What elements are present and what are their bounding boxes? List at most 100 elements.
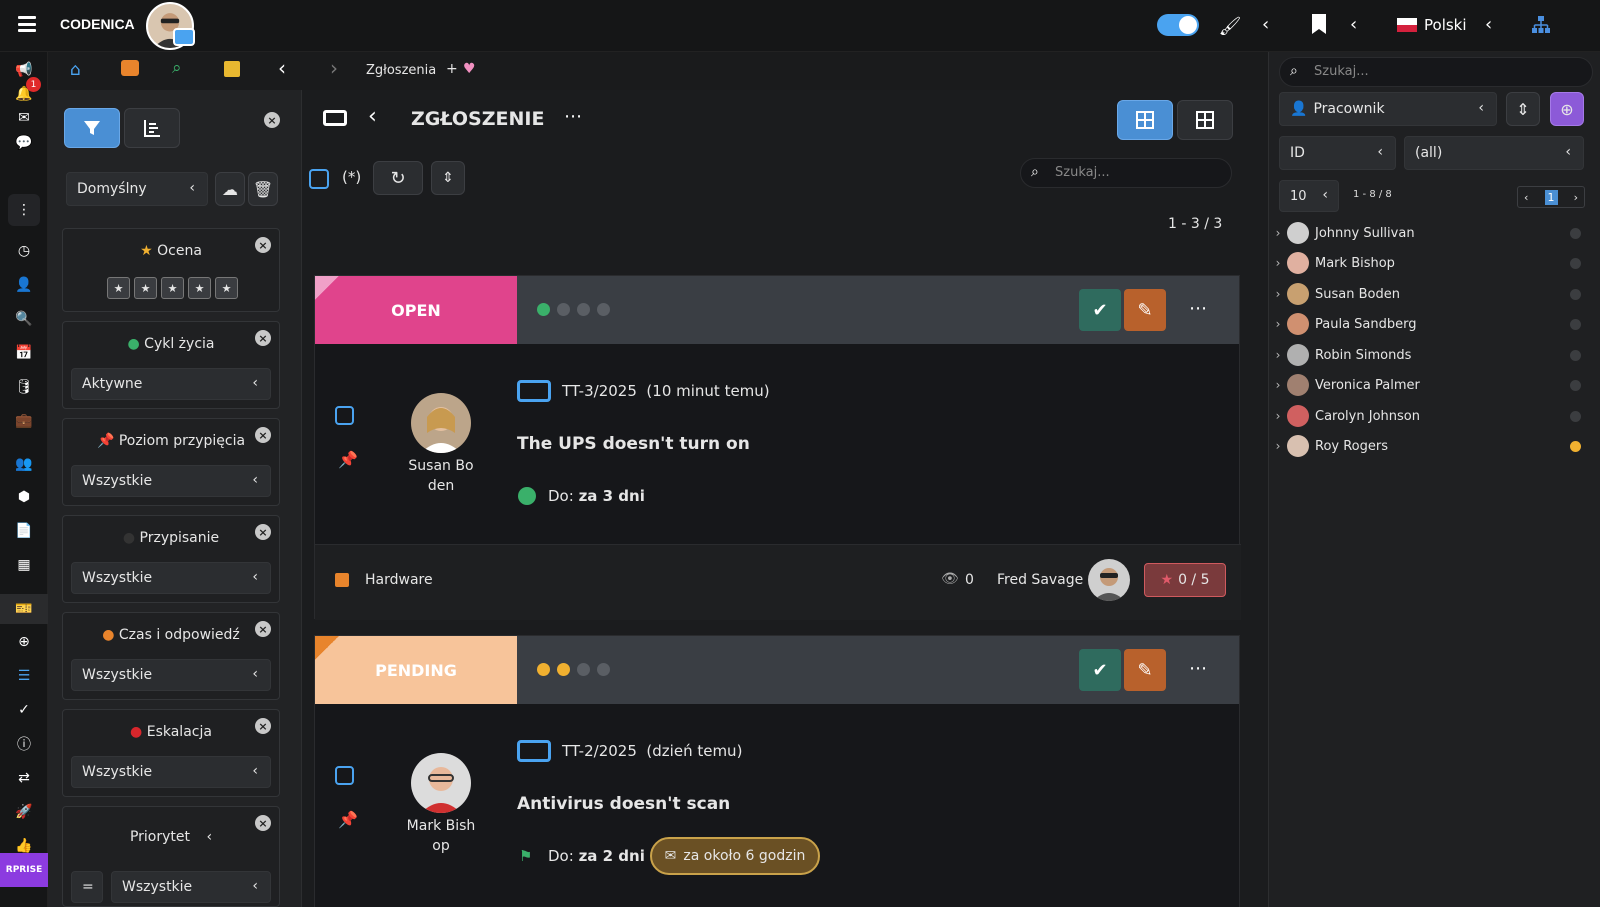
- chevron-right-icon[interactable]: ›: [1269, 287, 1287, 301]
- grid-view-button[interactable]: [1117, 100, 1173, 140]
- group-select[interactable]: 👤 Pracownik ‹: [1279, 92, 1497, 126]
- value-select[interactable]: (all) ‹: [1404, 136, 1584, 170]
- list-item[interactable]: › Johnny Sullivan: [1269, 218, 1589, 248]
- pin-icon[interactable]: 📌: [338, 810, 358, 829]
- pin-level-select[interactable]: Wszystkie ‹: [71, 465, 271, 497]
- list-item[interactable]: › Veronica Palmer: [1269, 370, 1589, 400]
- close-panel-icon[interactable]: ×: [264, 112, 280, 128]
- chevron-left-icon[interactable]: ‹: [1485, 14, 1492, 35]
- language-select[interactable]: Polski: [1424, 16, 1467, 34]
- bookmark-icon[interactable]: [1312, 14, 1326, 34]
- chevron-right-icon[interactable]: ›: [1269, 348, 1287, 362]
- cloud-upload-button[interactable]: ☁: [215, 172, 245, 206]
- chevron-right-icon[interactable]: ›: [1269, 378, 1287, 392]
- add-tab-button[interactable]: +: [446, 61, 458, 77]
- search-icon[interactable]: 🔍: [12, 307, 36, 331]
- dashboard-icon[interactable]: ◷: [12, 239, 36, 263]
- database-icon[interactable]: 🛢: [12, 375, 36, 399]
- next-page-icon[interactable]: ›: [1574, 191, 1578, 204]
- page-number[interactable]: 1: [1544, 189, 1558, 205]
- field-select[interactable]: ID ‹: [1279, 136, 1396, 170]
- calendar-icon[interactable]: [224, 61, 240, 77]
- more-options-icon[interactable]: ⋯: [1189, 298, 1207, 319]
- rating-stars[interactable]: ★ ★ ★ ★ ★: [107, 277, 238, 299]
- chat-icon[interactable]: 💬: [12, 131, 36, 155]
- sort-order-button[interactable]: ⇕: [431, 161, 465, 195]
- chevron-left-icon[interactable]: ‹: [1350, 14, 1357, 35]
- escalation-select[interactable]: Wszystkie ‹: [71, 756, 271, 788]
- chevron-right-icon[interactable]: ›: [1269, 439, 1287, 453]
- select-all-checkbox[interactable]: [309, 169, 329, 189]
- exchange-icon[interactable]: ⇄: [12, 766, 36, 790]
- time-response-select[interactable]: Wszystkie ‹: [71, 659, 271, 691]
- back-chevron-icon[interactable]: ‹: [278, 56, 286, 80]
- ticket-icon[interactable]: 🎫: [0, 594, 48, 624]
- people-search-input[interactable]: ⌕ Szukaj...: [1279, 57, 1593, 87]
- list-item[interactable]: › Mark Bishop: [1269, 248, 1589, 278]
- sort-order-button[interactable]: ⇕: [1506, 92, 1540, 126]
- heart-icon[interactable]: ♥: [463, 61, 476, 77]
- more-vertical-icon[interactable]: ⋮: [8, 194, 40, 226]
- exclamation-circle-icon[interactable]: ⓘ: [12, 732, 36, 756]
- list-item[interactable]: › Roy Rogers: [1269, 431, 1589, 461]
- priority-operator-select[interactable]: =: [71, 871, 103, 903]
- edit-button[interactable]: ✎: [1124, 289, 1166, 331]
- preset-select[interactable]: Domyślny ‹: [66, 172, 208, 206]
- chevron-right-icon[interactable]: ›: [1269, 409, 1287, 423]
- chevron-left-icon[interactable]: ‹: [206, 829, 212, 845]
- list-item[interactable]: › Susan Boden: [1269, 279, 1589, 309]
- calendar-icon[interactable]: 📅: [12, 341, 36, 365]
- document-icon[interactable]: 📄: [12, 519, 36, 543]
- home-icon[interactable]: ⌂: [70, 60, 81, 80]
- chevron-right-icon[interactable]: ›: [1269, 226, 1287, 240]
- ticket-checkbox[interactable]: [335, 766, 354, 785]
- list-item[interactable]: › Robin Simonds: [1269, 340, 1589, 370]
- rating-badge[interactable]: ★ 0 / 5: [1144, 563, 1226, 597]
- sort-button[interactable]: [124, 108, 180, 148]
- more-options-icon[interactable]: ⋯: [1189, 658, 1207, 679]
- ticket-title[interactable]: The UPS doesn't turn on: [517, 434, 750, 454]
- theme-toggle[interactable]: [1157, 14, 1199, 36]
- hamburger-menu-icon[interactable]: [18, 16, 36, 32]
- edit-button[interactable]: ✎: [1124, 649, 1166, 691]
- list-item[interactable]: › Carolyn Johnson: [1269, 401, 1589, 431]
- more-options-icon[interactable]: ⋯: [564, 106, 582, 127]
- briefcase-icon[interactable]: 💼: [12, 409, 36, 433]
- envelope-icon[interactable]: ✉: [12, 106, 36, 130]
- brush-icon[interactable]: 🖌: [1218, 14, 1242, 38]
- users-icon[interactable]: 👥: [12, 452, 36, 476]
- selection-mark[interactable]: (*): [342, 168, 361, 186]
- plus-circle-icon[interactable]: ⊕: [12, 630, 36, 654]
- calculator-icon[interactable]: ▦: [12, 553, 36, 577]
- chevron-right-icon[interactable]: ›: [1269, 317, 1287, 331]
- prev-page-icon[interactable]: ‹: [1524, 191, 1528, 204]
- lifecycle-select[interactable]: Aktywne ‹: [71, 368, 271, 400]
- table-view-button[interactable]: [1177, 100, 1233, 140]
- ticket-title[interactable]: Antivirus doesn't scan: [517, 794, 730, 814]
- chevron-left-icon[interactable]: ‹: [1262, 14, 1269, 35]
- refresh-button[interactable]: ↻: [373, 161, 423, 195]
- forward-chevron-icon[interactable]: ›: [330, 56, 338, 80]
- add-button[interactable]: ⊕: [1550, 92, 1584, 126]
- priority-select[interactable]: Wszystkie ‹: [111, 871, 271, 903]
- check-double-icon[interactable]: ✓: [12, 698, 36, 722]
- delete-button[interactable]: 🗑: [248, 172, 278, 206]
- search-icon[interactable]: ⌕: [172, 58, 182, 78]
- approve-button[interactable]: ✔: [1079, 649, 1121, 691]
- briefcase-icon[interactable]: [121, 60, 139, 76]
- pin-icon[interactable]: 📌: [338, 450, 358, 469]
- page-size-select[interactable]: 10 ‹: [1279, 180, 1339, 212]
- filter-button[interactable]: [64, 108, 120, 148]
- rocket-icon[interactable]: 🚀: [12, 800, 36, 824]
- cubes-icon[interactable]: ⬢: [12, 485, 36, 509]
- breadcrumb[interactable]: Zgłoszenia: [366, 63, 436, 78]
- list-icon[interactable]: ☰: [12, 664, 36, 688]
- list-item[interactable]: › Paula Sandberg: [1269, 309, 1589, 339]
- response-time-badge[interactable]: ✉ za około 6 godzin: [650, 837, 820, 875]
- chevron-right-icon[interactable]: ›: [1269, 256, 1287, 270]
- ticket-checkbox[interactable]: [335, 406, 354, 425]
- approve-button[interactable]: ✔: [1079, 289, 1121, 331]
- search-input[interactable]: ⌕ Szukaj...: [1020, 158, 1232, 188]
- user-icon[interactable]: 👤: [12, 273, 36, 297]
- sitemap-icon[interactable]: [1532, 16, 1550, 34]
